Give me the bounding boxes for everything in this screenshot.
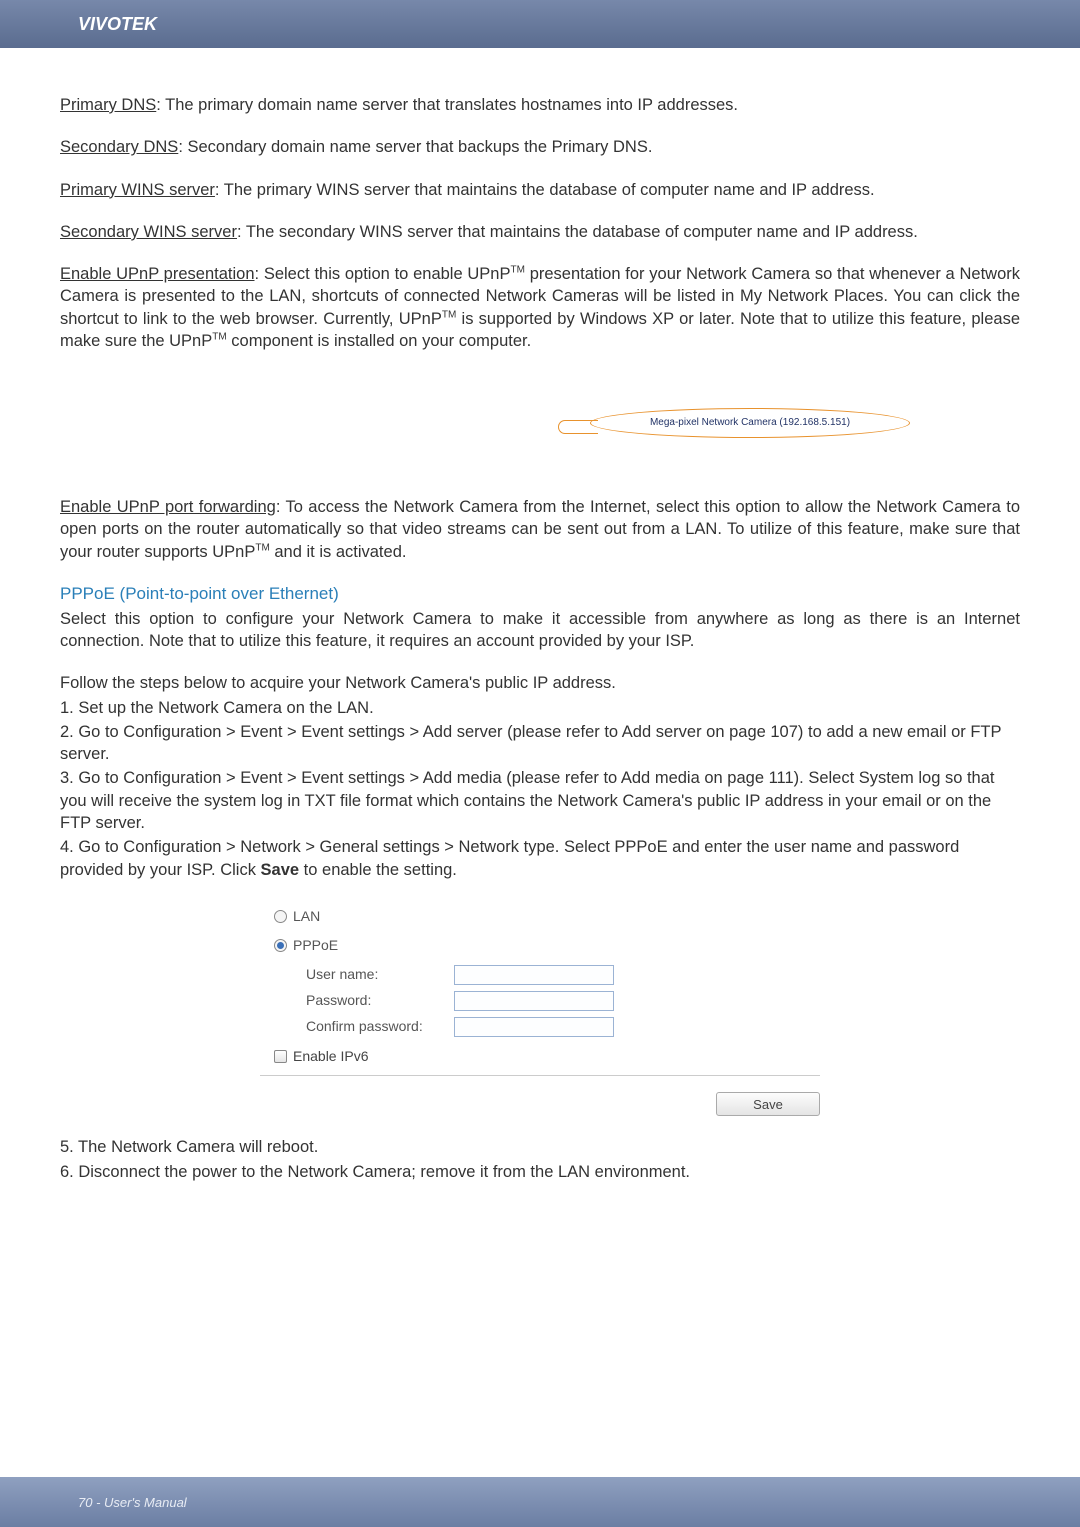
term-primary-dns: Primary DNS — [60, 96, 156, 114]
text: : Secondary domain name server that back… — [178, 138, 652, 156]
tm-mark: TM — [212, 331, 226, 342]
checkbox-ipv6-row[interactable]: Enable IPv6 — [274, 1047, 806, 1066]
step-2: 2. Go to Configuration > Event > Event s… — [60, 721, 1020, 766]
step-3: 3. Go to Configuration > Event > Event s… — [60, 767, 1020, 834]
paragraph-primary-dns: Primary DNS: The primary domain name ser… — [60, 94, 1020, 116]
text: : Select this option to enable UPnP — [255, 265, 511, 283]
confirm-label: Confirm password: — [274, 1017, 454, 1036]
ipv6-label: Enable IPv6 — [293, 1047, 369, 1066]
step-5: 5. The Network Camera will reboot. — [60, 1136, 1020, 1158]
text: component is installed on your computer. — [227, 332, 532, 350]
step-4: 4. Go to Configuration > Network > Gener… — [60, 836, 1020, 881]
field-confirm-row: Confirm password: — [274, 1017, 806, 1037]
term-secondary-wins: Secondary WINS server — [60, 223, 237, 241]
text: 3. Go to Configuration > Event > Event s… — [60, 769, 995, 832]
page-content: Primary DNS: The primary domain name ser… — [0, 48, 1080, 1205]
section-title-pppoe: PPPoE (Point-to-point over Ethernet) — [60, 583, 1020, 606]
text: to enable the setting. — [299, 861, 457, 879]
term-upnp-presentation: Enable UPnP presentation — [60, 265, 255, 283]
text: : The primary WINS server that maintains… — [215, 181, 875, 199]
callout-ellipse: Mega-pixel Network Camera (192.168.5.151… — [590, 408, 910, 438]
tm-mark: TM — [255, 542, 269, 553]
username-input[interactable] — [454, 965, 614, 985]
pppoe-form: LAN PPPoE User name: Password: Confirm p… — [260, 893, 820, 1117]
term-upnp-port-forwarding: Enable UPnP port forwarding — [60, 498, 276, 516]
paragraph-primary-wins: Primary WINS server: The primary WINS se… — [60, 179, 1020, 201]
confirm-password-input[interactable] — [454, 1017, 614, 1037]
header-bar: VIVOTEK — [0, 0, 1080, 48]
radio-pppoe[interactable] — [274, 939, 287, 952]
password-label: Password: — [274, 991, 454, 1010]
brand-text: VIVOTEK — [78, 14, 157, 35]
radio-pppoe-row[interactable]: PPPoE — [274, 936, 806, 955]
footer-text: 70 - User's Manual — [78, 1495, 187, 1510]
field-username-row: User name: — [274, 965, 806, 985]
radio-lan-row[interactable]: LAN — [274, 907, 806, 926]
term-primary-wins: Primary WINS server — [60, 181, 215, 199]
text: 4. Go to Configuration > Network > Gener… — [60, 838, 959, 878]
save-word: Save — [261, 861, 300, 879]
text: : The primary domain name server that tr… — [156, 96, 738, 114]
field-password-row: Password: — [274, 991, 806, 1011]
checkbox-ipv6[interactable] — [274, 1050, 287, 1063]
term-secondary-dns: Secondary DNS — [60, 138, 178, 156]
footer-bar: 70 - User's Manual — [0, 1477, 1080, 1527]
text: : The secondary WINS server that maintai… — [237, 223, 918, 241]
paragraph-upnp-port-forwarding: Enable UPnP port forwarding: To access t… — [60, 496, 1020, 563]
paragraph-secondary-wins: Secondary WINS server: The secondary WIN… — [60, 221, 1020, 243]
steps-intro: Follow the steps below to acquire your N… — [60, 672, 1020, 694]
step-1: 1. Set up the Network Camera on the LAN. — [60, 697, 1020, 719]
callout-illustration: Mega-pixel Network Camera (192.168.5.151… — [440, 396, 1020, 456]
text: 2. Go to Configuration > Event > Event s… — [60, 723, 1001, 763]
radio-lan-label: LAN — [293, 907, 320, 926]
paragraph-pppoe-intro: Select this option to configure your Net… — [60, 608, 1020, 653]
password-input[interactable] — [454, 991, 614, 1011]
paragraph-secondary-dns: Secondary DNS: Secondary domain name ser… — [60, 136, 1020, 158]
text: and it is activated. — [270, 543, 407, 561]
save-button[interactable]: Save — [716, 1092, 820, 1116]
username-label: User name: — [274, 965, 454, 984]
callout-text: Mega-pixel Network Camera (192.168.5.151… — [650, 416, 850, 430]
step-6: 6. Disconnect the power to the Network C… — [60, 1161, 1020, 1183]
radio-pppoe-label: PPPoE — [293, 936, 338, 955]
tm-mark: TM — [442, 309, 456, 320]
tm-mark: TM — [511, 265, 525, 276]
paragraph-upnp-presentation: Enable UPnP presentation: Select this op… — [60, 263, 1020, 352]
radio-lan[interactable] — [274, 910, 287, 923]
